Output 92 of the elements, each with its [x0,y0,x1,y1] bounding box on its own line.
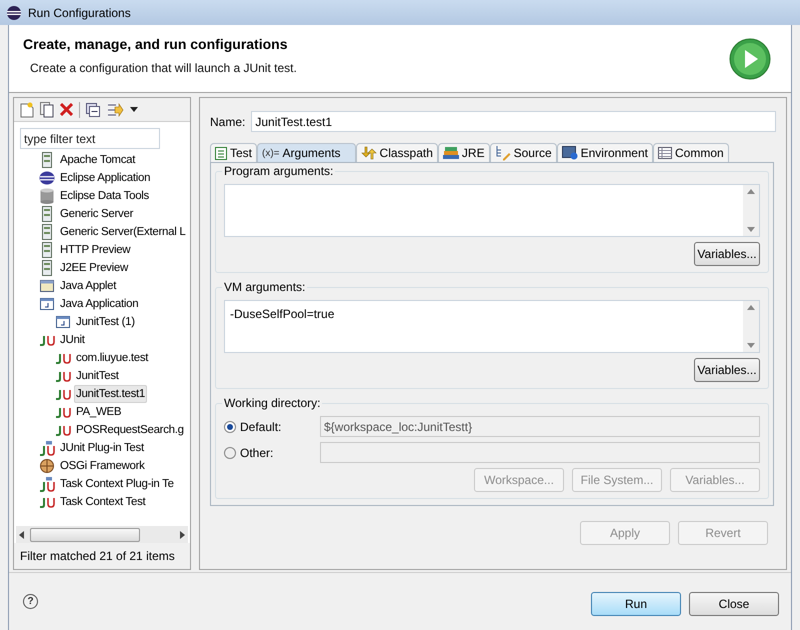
hook-cup-icon [54,370,72,382]
filter-icon[interactable] [106,102,124,118]
tab[interactable]: Test [210,143,258,162]
tab[interactable]: Source [490,143,557,162]
window-title: Run Configurations [28,4,131,22]
tree-item[interactable]: Java Applet [58,277,118,295]
filter-status: Filter matched 21 of 21 items [14,543,190,569]
tree-item[interactable]: JUnit Plug-in Test [58,439,146,457]
tree-item[interactable]: PA_WEB [74,403,124,421]
database-icon [40,188,54,204]
books-icon [442,147,459,159]
server-icon [42,206,52,222]
tree-item[interactable]: JunitTest (1) [74,313,137,331]
tree-item[interactable]: com.liuyue.test [74,349,150,367]
tree-item[interactable]: Generic Server(External L [58,223,188,241]
tab[interactable]: Environment [556,143,653,162]
tree-item[interactable]: JunitTest [74,367,121,385]
tree-item[interactable]: J2EE Preview [58,259,130,277]
hook-cup-icon [38,496,56,508]
tab[interactable]: Classpath [356,143,438,162]
group-label: Program arguments: [222,164,336,179]
tree-item[interactable]: Generic Server [58,205,136,223]
scrollbar[interactable] [743,301,759,352]
tree-item[interactable]: Apache Tomcat [58,151,138,169]
eclipse-icon [6,4,22,20]
directory-field[interactable] [320,442,760,463]
monitor-icon [562,146,578,160]
tab[interactable]: JRE [438,143,490,162]
help-button[interactable]: ? [23,594,38,609]
arrows-icon [360,146,377,160]
tree-item[interactable]: Task Context Plug-in Te [58,475,176,493]
radio-option[interactable]: Default: [224,418,320,436]
group-label: VM arguments: [222,280,308,295]
variables-button[interactable]: Variables... [694,242,760,266]
scroll-down-icon[interactable] [747,343,755,348]
scrollbar[interactable] [743,185,759,236]
vm-arguments-field[interactable]: -DuseSelfPool=true [224,300,760,353]
new-icon[interactable] [20,102,34,118]
window-icon [56,316,70,328]
radio-option[interactable]: Other: [224,444,320,462]
tree-item[interactable]: Eclipse Data Tools [58,187,151,205]
variable-icon: (x)= [262,146,280,160]
server-icon [42,260,52,276]
applet-icon [40,280,54,292]
dialog-button[interactable]: Run [591,592,681,616]
tab[interactable]: Common [653,143,729,162]
window-icon [40,298,54,310]
hook-cup-icon [38,334,56,346]
scroll-up-icon[interactable] [747,189,755,194]
hook-cup-icon [54,424,72,436]
scroll-up-icon[interactable] [747,305,755,310]
tree-item[interactable]: Task Context Test [58,493,148,511]
name-field[interactable]: JunitTest.test1 [251,111,776,132]
name-label: Name: [210,114,246,130]
tree-item[interactable]: Eclipse Application [58,169,152,187]
collapse-icon[interactable] [86,102,100,116]
hook-cup-icon [54,388,72,400]
sphere-icon [39,171,55,185]
server-icon [42,224,52,240]
hook-cup-plug-icon [38,440,56,456]
hook-cup-icon [54,406,72,418]
dropdown-icon[interactable] [130,107,138,112]
tree-pencil-icon [494,145,511,161]
hook-cup-icon [54,352,72,364]
tab[interactable]: (x)= Arguments [257,143,356,162]
table-icon [658,147,672,159]
globe-icon [40,459,54,473]
duplicate-icon[interactable] [40,102,54,118]
server-icon [42,152,52,168]
dialog-button[interactable]: Close [689,592,779,616]
delete-icon[interactable] [60,103,73,116]
scroll-down-icon[interactable] [747,227,755,232]
directory-field[interactable]: ${workspace_loc:JunitTestt} [320,416,760,437]
hook-cup-plug-icon [38,476,56,492]
tree-item[interactable]: HTTP Preview [58,241,132,259]
tree-item[interactable]: JUnit [58,331,87,349]
run-icon [729,38,771,80]
program-arguments-field[interactable] [224,184,760,237]
tree-item[interactable]: Java Application [58,295,140,313]
scroll-right-icon[interactable] [180,530,185,538]
tree-item[interactable]: OSGi Framework [58,457,147,475]
tree-item[interactable]: POSRequestSearch.g [74,421,186,439]
horizontal-scrollbar[interactable] [16,526,188,543]
server-icon [42,242,52,258]
scroll-left-icon[interactable] [19,530,24,538]
filter-field[interactable]: type filter text [20,128,160,149]
list-icon [215,146,227,160]
header-title: Create, manage, and run configurations [23,35,288,53]
tree-item[interactable]: JunitTest.test1 [74,385,148,403]
group-label: Working directory: [222,396,322,411]
variables-button[interactable]: Variables... [694,358,760,382]
header-subtitle: Create a configuration that will launch a JUnit test. [30,60,297,77]
